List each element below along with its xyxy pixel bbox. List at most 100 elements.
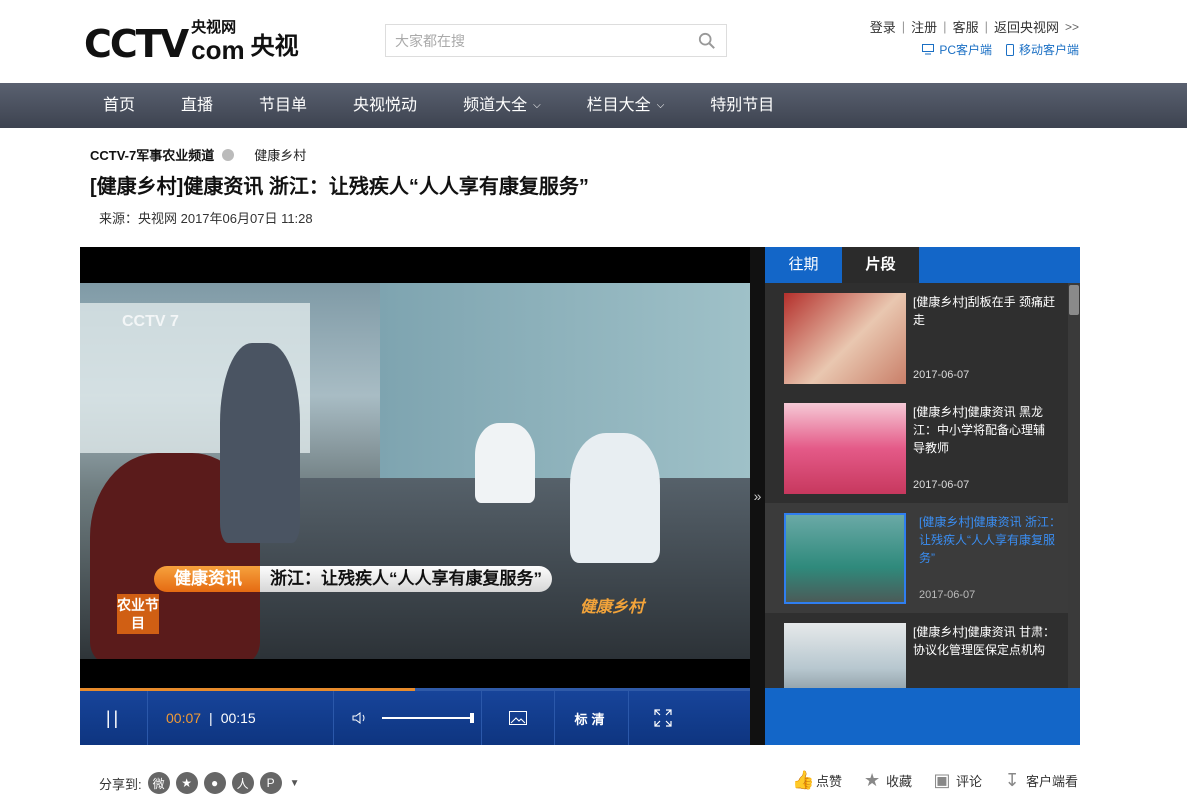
- like-button[interactable]: 👍 点赞: [792, 770, 842, 790]
- chevron-down-icon: ⌵: [656, 100, 665, 111]
- panel-tabs: 往期 片段: [765, 247, 1080, 283]
- breadcrumb: CCTV-7军事农业频道 健康乡村: [90, 145, 306, 164]
- chevron-down-icon[interactable]: ▼: [290, 778, 300, 789]
- comment-icon: ▣: [933, 770, 951, 790]
- collapse-panel-button[interactable]: »: [750, 247, 765, 745]
- fullscreen-icon: [654, 709, 672, 727]
- caption-part-a: 健康资讯: [154, 566, 260, 592]
- logo-com: com: [191, 35, 245, 65]
- pause-button[interactable]: ||: [80, 691, 148, 745]
- search-box: [385, 24, 727, 57]
- pc-client-label: PC客户端: [939, 43, 992, 57]
- nav-label: 首页: [103, 97, 136, 114]
- top-links: 登录 | 注册 | 客服 | 返回央视网 >>: [870, 17, 1079, 36]
- speaker-icon[interactable]: [352, 711, 368, 725]
- nav-item-schedule[interactable]: 节目单: [236, 83, 330, 128]
- logo-cn-small: 央视网: [191, 19, 237, 36]
- quality-button[interactable]: 标清: [555, 691, 629, 745]
- clip-title: [健康乡村]健康资讯 黑龙江：中小学将配备心理辅导教师: [913, 405, 1046, 455]
- nav-label: 节目单: [259, 97, 308, 114]
- register-link[interactable]: 注册: [911, 17, 937, 36]
- clip-list: [健康乡村]刮板在手 颈痛赶走 2017-06-07 [健康乡村]健康资讯 黑龙…: [765, 283, 1080, 688]
- client-watch-button[interactable]: ↧ 客户端看: [1002, 770, 1079, 790]
- nav-label: 频道大全: [463, 97, 528, 114]
- volume-slider[interactable]: [382, 713, 474, 723]
- double-chevron-right-icon: »: [753, 488, 762, 504]
- time-display: 00:07 | 00:15: [148, 691, 334, 745]
- clip-date: 2017-06-07: [919, 589, 976, 601]
- logo-cn-big: 央视: [250, 33, 299, 60]
- channel-link[interactable]: CCTV-7军事农业频道: [90, 145, 214, 164]
- clip-title: [健康乡村]健康资讯 浙江：让残疾人“人人享有康复服务”: [919, 515, 1062, 565]
- comment-button[interactable]: ▣ 评论: [932, 770, 983, 790]
- video-caption: 健康资讯 浙江：让残疾人“人人享有康复服务”: [154, 566, 552, 592]
- volume-handle[interactable]: [470, 713, 474, 723]
- client-links: PC客户端 移动客户端: [922, 41, 1079, 58]
- star-icon: ★: [863, 770, 881, 790]
- current-time: 00:07: [166, 710, 202, 726]
- nav-item-yuedong[interactable]: 央视悦动: [330, 83, 440, 128]
- list-item[interactable]: [健康乡村]刮板在手 颈痛赶走 2017-06-07: [765, 283, 1068, 393]
- tab-past-episodes[interactable]: 往期: [765, 247, 842, 283]
- divider: |: [943, 19, 947, 34]
- nav-item-live[interactable]: 直播: [158, 83, 236, 128]
- image-icon: [509, 711, 527, 725]
- clip-thumbnail: [784, 623, 906, 688]
- chevron-down-icon: ⌵: [533, 100, 541, 111]
- divider: |: [901, 19, 906, 34]
- list-item[interactable]: [健康乡村]健康资讯 甘肃：协议化管理医保定点机构: [765, 613, 1068, 688]
- video-scene: [220, 343, 300, 543]
- nav-label: 栏目大全: [586, 97, 651, 114]
- site-header: CCTV 央视网 com 央视 登录 | 注册 | 客服 | 返回央视网 >> …: [0, 0, 1187, 83]
- clip-thumbnail: [784, 513, 906, 604]
- article-source: 来源：央视网 2017年06月07日 11:28: [99, 211, 313, 226]
- search-input[interactable]: [395, 32, 685, 49]
- nav-label: 央视悦动: [353, 97, 418, 114]
- share-label: 分享到:: [99, 776, 142, 792]
- favorite-label: 收藏: [886, 773, 913, 789]
- list-item[interactable]: [健康乡村]健康资讯 黑龙江：中小学将配备心理辅导教师 2017-06-07: [765, 393, 1068, 503]
- video-frame[interactable]: CCTV 7 健康资讯 浙江：让残疾人“人人享有康复服务” 农业节目 健康乡村: [80, 283, 750, 659]
- clip-date: 2017-06-07: [913, 369, 970, 381]
- download-icon: ↧: [1004, 770, 1020, 790]
- column-link[interactable]: 健康乡村: [254, 145, 306, 164]
- divider: |: [209, 710, 213, 726]
- service-link[interactable]: 客服: [953, 17, 979, 36]
- video-scene: [570, 433, 660, 563]
- cctv-logo[interactable]: CCTV 央视网 com 央视: [84, 8, 299, 63]
- pc-client-link[interactable]: PC客户端: [922, 41, 992, 58]
- nav-item-columns[interactable]: 栏目大全 ⌵: [564, 83, 688, 128]
- circle-arrow-icon: [222, 148, 235, 161]
- nav-label: 直播: [181, 97, 214, 114]
- nav-label: 特别节目: [710, 97, 775, 114]
- page-title: [健康乡村]健康资讯 浙江：让残疾人“人人享有康复服务”: [90, 176, 589, 198]
- comment-label: 评论: [956, 773, 983, 789]
- video-player: CCTV 7 健康资讯 浙江：让残疾人“人人享有康复服务” 农业节目 健康乡村 …: [80, 247, 750, 745]
- caption-part-b: 浙江：让残疾人“人人享有康复服务”: [260, 566, 552, 592]
- search-icon[interactable]: [698, 32, 716, 50]
- tab-clips[interactable]: 片段: [842, 247, 919, 283]
- back-home-link[interactable]: 返回央视网: [994, 17, 1059, 36]
- cctv-watermark: CCTV 7: [122, 313, 179, 330]
- list-item-current[interactable]: [健康乡村]健康资讯 浙江：让残疾人“人人享有康复服务” 2017-06-07: [765, 503, 1068, 613]
- fullscreen-button[interactable]: [629, 691, 697, 745]
- list-scrollbar[interactable]: [1068, 283, 1080, 688]
- nav-item-home[interactable]: 首页: [80, 83, 158, 128]
- clip-thumbnail: [784, 293, 906, 384]
- player-controls: || 00:07 | 00:15 标清: [80, 691, 750, 745]
- nav-item-special[interactable]: 特别节目: [687, 83, 797, 128]
- favorite-button[interactable]: ★ 收藏: [862, 770, 912, 790]
- screenshot-button[interactable]: [482, 691, 555, 745]
- clip-title: [健康乡村]健康资讯 甘肃：协议化管理医保定点机构: [913, 625, 1056, 657]
- thumbs-up-icon: 👍: [792, 770, 815, 790]
- volume-control: [334, 691, 482, 745]
- login-link[interactable]: 登录: [870, 17, 896, 36]
- mobile-client-link[interactable]: 移动客户端: [1005, 41, 1079, 58]
- scrollbar-thumb[interactable]: [1069, 285, 1079, 315]
- monitor-icon: [922, 44, 935, 55]
- nav-item-channels[interactable]: 频道大全 ⌵: [440, 83, 564, 128]
- phone-icon: [1005, 43, 1014, 56]
- clip-date: 2017-06-07: [913, 479, 970, 491]
- double-chevron-right-icon: >>: [1064, 19, 1079, 34]
- clip-thumbnail: [784, 403, 906, 494]
